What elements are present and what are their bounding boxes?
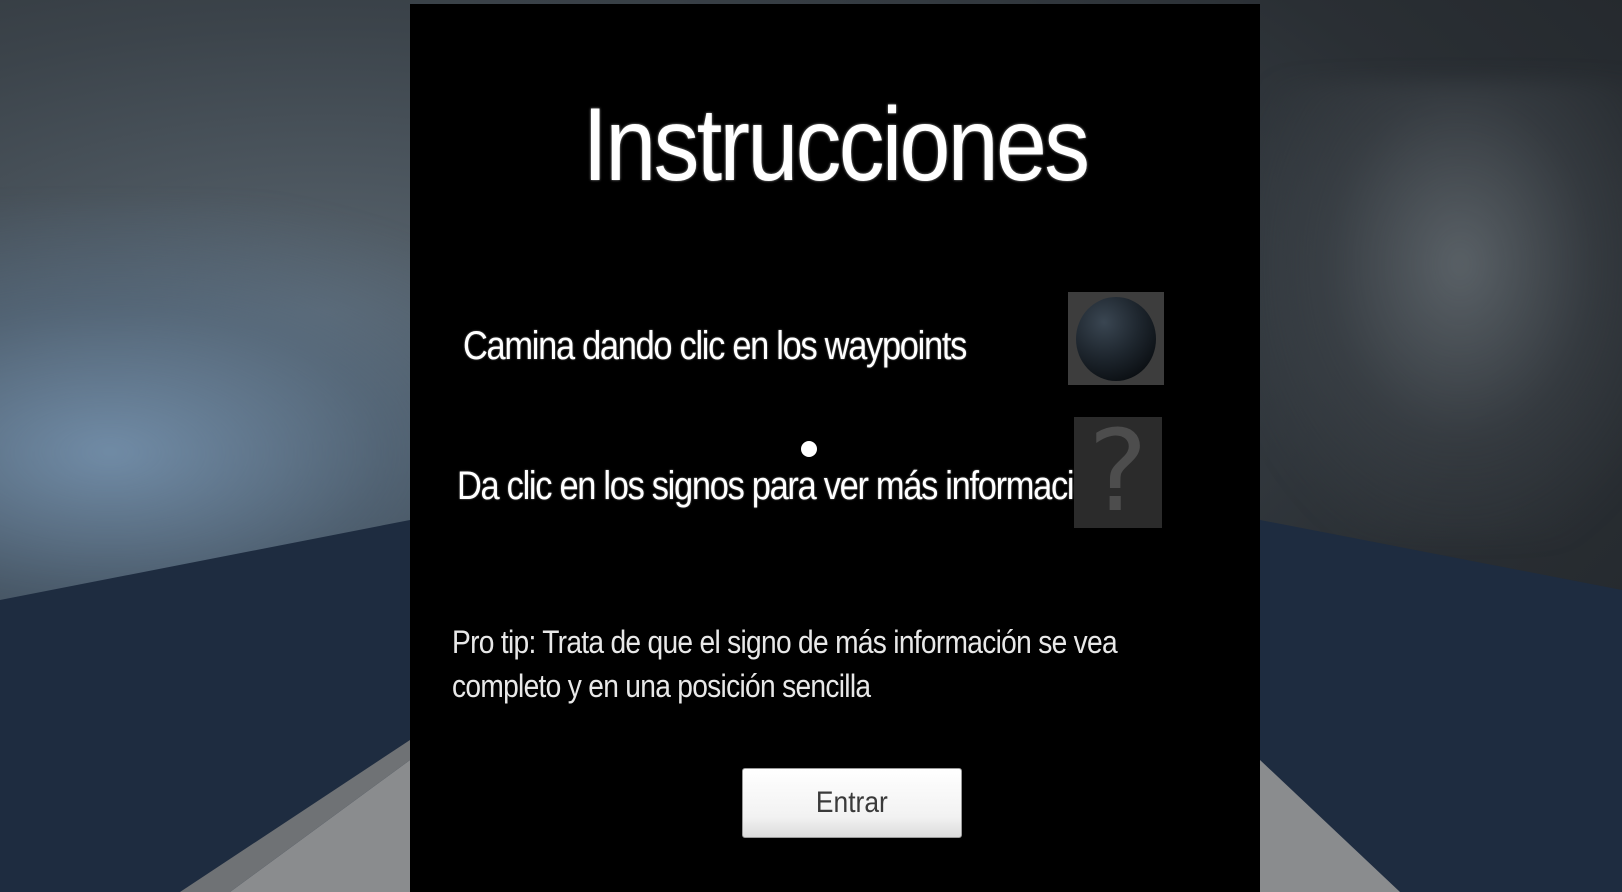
enter-button-label: Entrar — [816, 786, 888, 819]
pro-tip-text: Pro tip: Trata de que el signo de más in… — [452, 624, 1118, 704]
gaze-reticle-icon — [801, 441, 817, 457]
instruction-info-signs: Da clic en los signos para ver más infor… — [457, 464, 1110, 508]
waypoint-sphere-icon — [1068, 292, 1164, 385]
game-scene: Instrucciones Camina dando clic en los w… — [0, 0, 1622, 892]
enter-button[interactable]: Entrar — [742, 768, 962, 838]
instructions-dialog: Instrucciones Camina dando clic en los w… — [410, 4, 1260, 892]
instruction-walk: Camina dando clic en los waypoints — [463, 324, 967, 368]
question-mark-icon: ? — [1074, 417, 1162, 528]
dialog-title: Instrucciones — [582, 87, 1091, 203]
waypoint-ball — [1076, 297, 1156, 381]
